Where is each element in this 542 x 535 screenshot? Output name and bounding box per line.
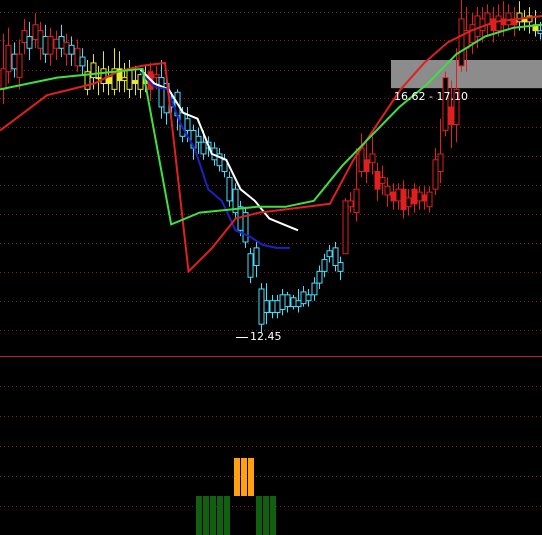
candle-body bbox=[379, 176, 386, 184]
candle-body bbox=[316, 270, 323, 284]
candle-body bbox=[295, 300, 302, 308]
candle-body bbox=[395, 188, 402, 202]
candle-body bbox=[279, 294, 286, 311]
candle-body bbox=[537, 30, 542, 35]
candle-body bbox=[337, 262, 344, 272]
candle-body bbox=[516, 12, 523, 23]
candle-body bbox=[126, 68, 133, 90]
candle-body bbox=[474, 15, 481, 38]
candle-body bbox=[369, 153, 376, 164]
candle-body bbox=[458, 18, 465, 67]
candle-body bbox=[158, 77, 165, 108]
candle-body bbox=[363, 159, 370, 173]
candle-body bbox=[300, 291, 307, 305]
candle-body bbox=[68, 44, 75, 55]
candle-body bbox=[47, 36, 54, 55]
candlestick-chart bbox=[0, 0, 542, 535]
candle-body bbox=[95, 77, 102, 80]
candle-body bbox=[342, 200, 349, 255]
green-bar bbox=[217, 496, 223, 535]
candle-body bbox=[321, 259, 328, 272]
candle-body bbox=[184, 118, 191, 131]
candle-body bbox=[448, 106, 455, 126]
candle-body bbox=[437, 153, 444, 173]
candle-body bbox=[332, 247, 339, 266]
candle-body bbox=[353, 188, 360, 214]
orange-bar bbox=[248, 458, 254, 496]
candle-body bbox=[53, 38, 60, 49]
candle-body bbox=[421, 194, 428, 202]
candle-body bbox=[426, 191, 433, 208]
candle-body bbox=[42, 36, 49, 55]
candle-body bbox=[58, 36, 65, 49]
lower-indicator bbox=[196, 458, 276, 535]
candle-body bbox=[200, 141, 207, 155]
candle-body bbox=[432, 159, 439, 190]
candle-body bbox=[305, 294, 312, 302]
candle-body bbox=[411, 188, 418, 205]
green-bar bbox=[270, 496, 276, 535]
candle-body bbox=[290, 297, 297, 308]
candle-body bbox=[16, 53, 23, 79]
green-bar bbox=[196, 496, 202, 535]
candle-body bbox=[79, 56, 86, 67]
zone-label: 16.62 - 17.10 bbox=[394, 90, 468, 103]
candle-body bbox=[247, 253, 254, 278]
candle-body bbox=[263, 300, 270, 313]
candle-body bbox=[253, 247, 260, 266]
candle-body bbox=[26, 36, 33, 49]
candle-body bbox=[384, 185, 391, 196]
candle-body bbox=[226, 176, 233, 202]
candle-body bbox=[374, 171, 381, 190]
candle-body bbox=[400, 188, 407, 211]
candle-body bbox=[311, 282, 318, 296]
candle-body bbox=[495, 15, 502, 32]
green-bar bbox=[263, 496, 269, 535]
candle-body bbox=[0, 68, 7, 90]
candle-body bbox=[284, 294, 291, 308]
candle-body bbox=[326, 250, 333, 258]
candle-body bbox=[90, 62, 97, 79]
candle-body bbox=[416, 191, 423, 202]
candle-body bbox=[74, 47, 81, 67]
candle-body bbox=[63, 41, 70, 55]
candle-body bbox=[132, 80, 139, 84]
candle-body bbox=[5, 44, 12, 73]
candle-body bbox=[490, 18, 497, 32]
candles bbox=[0, 0, 542, 333]
orange-bar bbox=[241, 458, 247, 496]
candle-body bbox=[390, 191, 397, 202]
candle-body bbox=[269, 300, 276, 313]
candle-body bbox=[469, 24, 476, 43]
candle-body bbox=[442, 77, 449, 131]
green-bar bbox=[203, 496, 209, 535]
green-bar bbox=[224, 496, 230, 535]
candle-body bbox=[21, 30, 28, 43]
candle-body bbox=[100, 68, 107, 84]
green-bar bbox=[256, 496, 262, 535]
candle-body bbox=[195, 135, 202, 143]
candle-body bbox=[405, 197, 412, 208]
candle-body bbox=[347, 200, 354, 208]
candle-body bbox=[153, 74, 160, 79]
candle-body bbox=[105, 77, 112, 84]
candle-body bbox=[121, 77, 128, 82]
low-price-label: 12.45 bbox=[250, 330, 282, 343]
candle-body bbox=[37, 30, 44, 49]
candle-body bbox=[11, 53, 18, 70]
candle-body bbox=[32, 24, 39, 40]
candle-body bbox=[137, 74, 144, 90]
candle-body bbox=[274, 300, 281, 313]
orange-bar bbox=[234, 458, 240, 496]
green-bar bbox=[210, 496, 216, 535]
candle-body bbox=[258, 288, 265, 325]
